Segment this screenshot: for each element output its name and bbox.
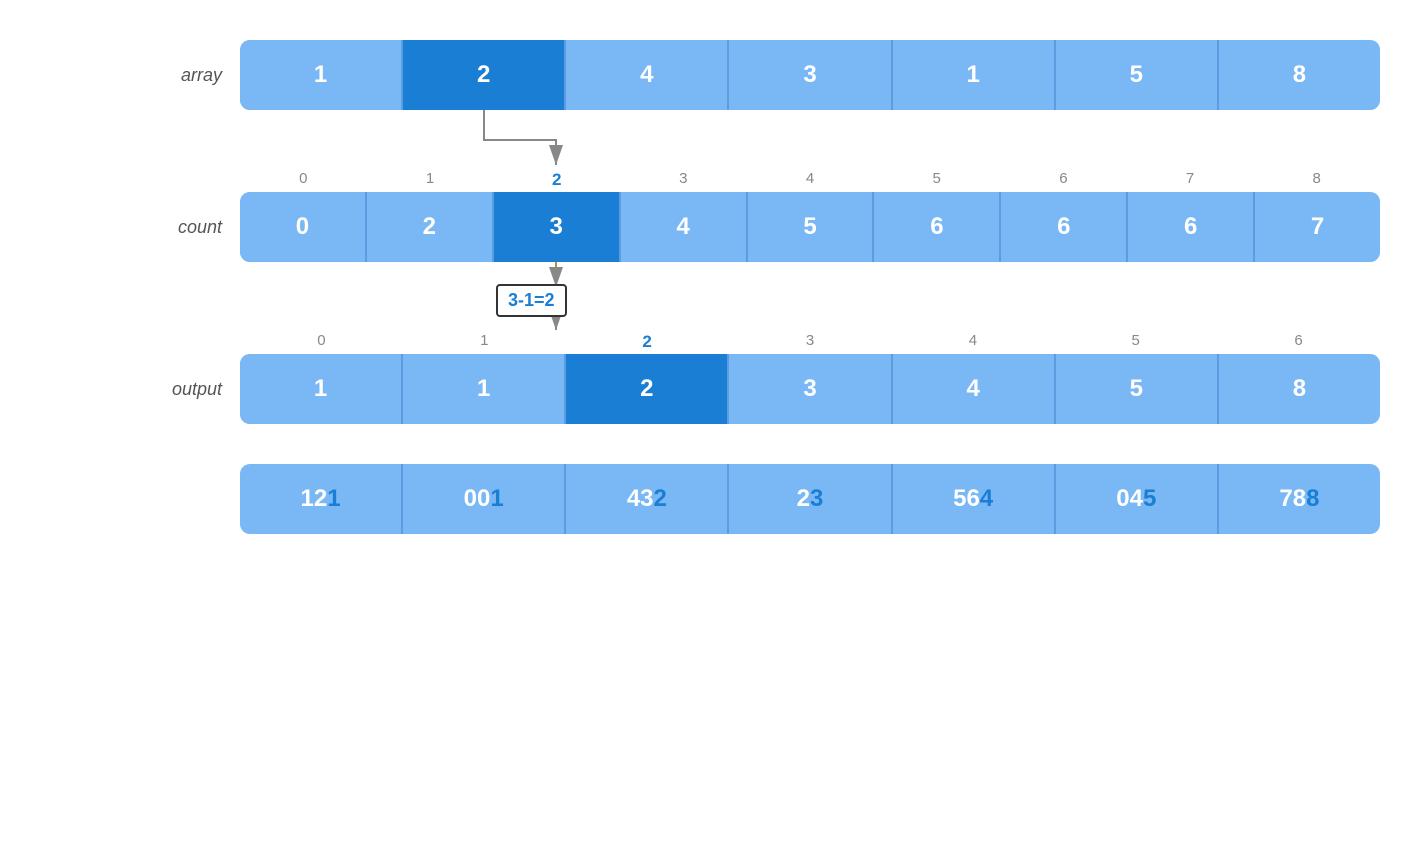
array-cell-0: 1 [240,40,403,110]
count-index-7: 7 [1127,170,1254,190]
output-cell-2: 2 [566,354,729,424]
output-label: output [160,379,240,400]
count-index-3: 3 [620,170,747,190]
count-cell-6: 6 [1001,192,1128,262]
bottom-cell-5: 045 [1056,464,1219,534]
count-cell-3: 4 [621,192,748,262]
bottom-bar: 12100143223564045788 [240,464,1380,534]
bottom-cell-3: 23 [729,464,892,534]
bottom-cell-4: 564 [893,464,1056,534]
array-cell-5: 5 [1056,40,1219,110]
count-cell-7: 6 [1128,192,1255,262]
count-cell-8: 7 [1255,192,1380,262]
count-cell-5: 6 [874,192,1001,262]
arrow-array-count [240,110,1380,170]
output-index-1: 1 [403,332,566,352]
count-cell-0: 0 [240,192,367,262]
count-index-row: 012345678 [240,170,1380,190]
count-index-5: 5 [873,170,1000,190]
output-index-row: 0123456 [240,332,1380,352]
array-cell-2: 4 [566,40,729,110]
count-index-6: 6 [1000,170,1127,190]
formula-text: 3-1=2 [508,290,555,310]
diagram-container: array 1243158 012345678 count 0234566 [160,40,1380,534]
count-index-4: 4 [747,170,874,190]
output-row: output 1123458 [160,354,1380,424]
array-cell-3: 3 [729,40,892,110]
array-cell-4: 1 [893,40,1056,110]
formula-box: 3-1=2 [496,284,567,317]
array-label: array [160,65,240,86]
array-cell-1: 2 [403,40,566,110]
bottom-cell-1: 001 [403,464,566,534]
count-index-1: 1 [367,170,494,190]
count-index-8: 8 [1253,170,1380,190]
count-cell-4: 5 [748,192,875,262]
bottom-cell-0: 121 [240,464,403,534]
output-cell-4: 4 [893,354,1056,424]
count-cell-1: 2 [367,192,494,262]
output-cell-6: 8 [1219,354,1380,424]
count-cell-2: 3 [494,192,621,262]
count-index-wrapper: 012345678 [240,170,1380,190]
output-index-0: 0 [240,332,403,352]
count-label: count [160,217,240,238]
output-index-wrapper: 0123456 [240,332,1380,352]
count-bar: 023456667 [240,192,1380,262]
output-index-4: 4 [891,332,1054,352]
array-cell-6: 8 [1219,40,1380,110]
bottom-wrapper: 12100143223564045788 [240,464,1380,534]
output-index-3: 3 [729,332,892,352]
output-cell-5: 5 [1056,354,1219,424]
count-index-0: 0 [240,170,367,190]
array-row: array 1243158 [160,40,1380,110]
array-bar: 1243158 [240,40,1380,110]
output-cell-3: 3 [729,354,892,424]
count-row: count 023456667 [160,192,1380,262]
output-index-2: 2 [566,332,729,352]
formula-area: 3-1=2 [240,262,1380,332]
bottom-cell-2: 432 [566,464,729,534]
output-cell-1: 1 [403,354,566,424]
output-index-6: 6 [1217,332,1380,352]
output-bar: 1123458 [240,354,1380,424]
arrow-count-formula [240,262,1380,332]
count-index-2: 2 [493,170,620,190]
output-index-5: 5 [1054,332,1217,352]
connector-array-count [240,110,1380,170]
output-cell-0: 1 [240,354,403,424]
bottom-cell-6: 788 [1219,464,1380,534]
spacer [160,424,1380,444]
